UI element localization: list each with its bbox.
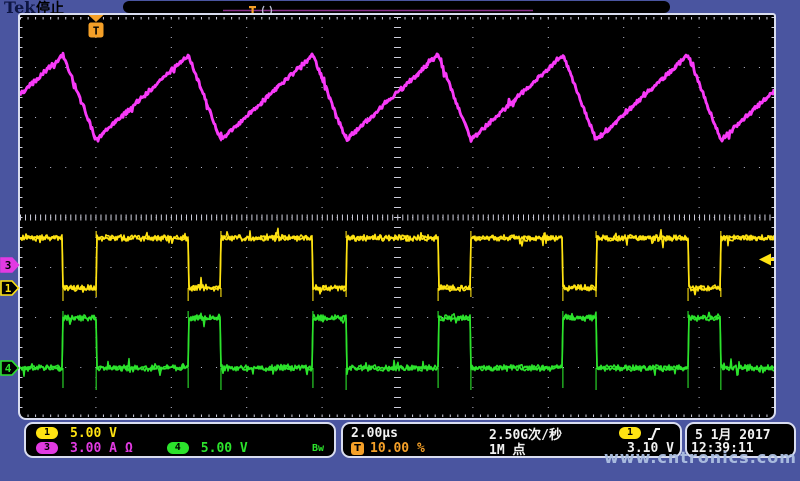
trigger-flag-pointer-icon xyxy=(89,15,104,22)
trigger-source-badge: 1 xyxy=(619,427,641,439)
svg-text:1: 1 xyxy=(5,282,12,295)
ch3-badge: 3 xyxy=(36,442,58,454)
channel-4-position-marker: 4 xyxy=(0,358,20,378)
channel-3-position-marker: 3 xyxy=(0,255,20,275)
trigger-flag-label: T xyxy=(93,25,100,38)
trigger-position-readout: 10.00 % xyxy=(370,441,425,456)
oscilloscope-screen: { "header": { "brand": "Tek", "status": … xyxy=(0,0,800,481)
trigger-level-arrow-icon xyxy=(757,251,774,270)
ch1-badge: 1 xyxy=(36,427,58,439)
ch4-scale-readout: 5.00 V xyxy=(201,441,248,456)
ch4-bandwidth-icon: Bw xyxy=(312,443,324,454)
ch4-badge: 4 xyxy=(167,442,189,454)
trigger-position-icon: T xyxy=(351,442,364,455)
ch3-scale-readout: 3.00 A xyxy=(70,441,117,456)
trigger-position-flag: T xyxy=(88,15,104,43)
trigger-slope-rising-icon xyxy=(646,426,662,441)
channel-1-position-marker: 1 xyxy=(0,278,20,298)
graticule-and-traces xyxy=(20,17,774,417)
ch3-coupling-readout: Ω xyxy=(125,441,133,456)
ch1-scale-readout: 5.00 V xyxy=(70,426,117,441)
record-length-readout: 1M 点 xyxy=(489,439,525,458)
record-overview-strip xyxy=(123,1,670,13)
vertical-readout-panel: 1 5.00 V 3 3.00 A Ω 4 5.00 V Bw xyxy=(24,422,336,458)
watermark: www.cntronics.com xyxy=(604,448,797,467)
svg-text:3: 3 xyxy=(5,259,12,272)
timebase-readout: 2.00µs xyxy=(351,426,398,441)
svg-text:4: 4 xyxy=(5,362,12,375)
